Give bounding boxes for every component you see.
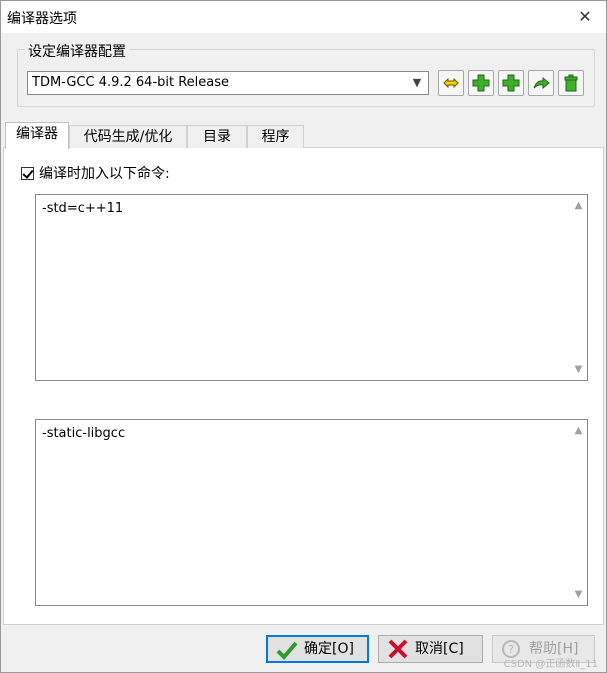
- watermark: CSDN @正函数Ⅱ_11: [503, 659, 598, 670]
- add-commands-label: 编译时加入以下命令:: [39, 166, 170, 182]
- compile-commands-scrollbar[interactable]: ▲ ▼: [570, 195, 587, 380]
- compile-commands-textarea[interactable]: -std=c++11 ▲ ▼: [35, 194, 588, 381]
- chevron-down-icon[interactable]: ▼: [408, 72, 426, 94]
- add-copy-config-button[interactable]: [498, 70, 524, 96]
- ok-button-label: 确定[O]: [304, 641, 354, 657]
- export-config-button[interactable]: [528, 70, 554, 96]
- cancel-button[interactable]: 取消[C]: [378, 635, 483, 663]
- compiler-options-dialog: 编译器选项 ✕ 设定编译器配置 TDM-GCC 4.9.2 64-bit Rel…: [0, 0, 607, 673]
- checkmark-icon: [276, 641, 298, 660]
- tab-compiler[interactable]: 编译器: [5, 122, 69, 149]
- ok-button[interactable]: 确定[O]: [266, 635, 369, 663]
- compiler-config-label: 设定编译器配置: [25, 41, 129, 61]
- linker-commands-text: -static-libgcc: [42, 426, 126, 441]
- rename-config-button[interactable]: [438, 70, 464, 96]
- tab-codegen[interactable]: 代码生成/优化: [69, 125, 187, 148]
- scroll-up-icon[interactable]: ▲: [570, 422, 587, 439]
- linker-commands-textarea[interactable]: -static-libgcc ▲ ▼: [35, 419, 588, 606]
- add-commands-checkbox[interactable]: 编译时加入以下命令:: [21, 163, 170, 183]
- close-icon[interactable]: ✕: [570, 3, 600, 31]
- scroll-down-icon[interactable]: ▼: [570, 586, 587, 603]
- linker-commands-scrollbar[interactable]: ▲ ▼: [570, 420, 587, 605]
- scroll-up-icon[interactable]: ▲: [570, 197, 587, 214]
- x-icon: [388, 639, 408, 659]
- tab-programs[interactable]: 程序: [247, 125, 304, 148]
- scroll-down-icon[interactable]: ▼: [570, 361, 587, 378]
- checkbox-checked-icon[interactable]: [21, 167, 34, 180]
- compiler-select[interactable]: TDM-GCC 4.9.2 64-bit Release ▼: [27, 71, 429, 95]
- window-title: 编译器选项: [7, 11, 77, 27]
- title-bar: 编译器选项 ✕: [1, 1, 606, 33]
- delete-icon: [564, 74, 578, 92]
- add-config-button[interactable]: [468, 70, 494, 96]
- compile-commands-text: -std=c++11: [42, 201, 124, 216]
- delete-config-button[interactable]: [558, 70, 584, 96]
- export-icon: [533, 76, 550, 90]
- cancel-button-label: 取消[C]: [415, 641, 464, 657]
- add-copy-icon: [502, 74, 520, 92]
- rename-icon: [443, 77, 459, 89]
- tab-directories[interactable]: 目录: [187, 125, 247, 148]
- add-icon: [472, 74, 490, 92]
- compiler-select-value: TDM-GCC 4.9.2 64-bit Release: [32, 75, 230, 90]
